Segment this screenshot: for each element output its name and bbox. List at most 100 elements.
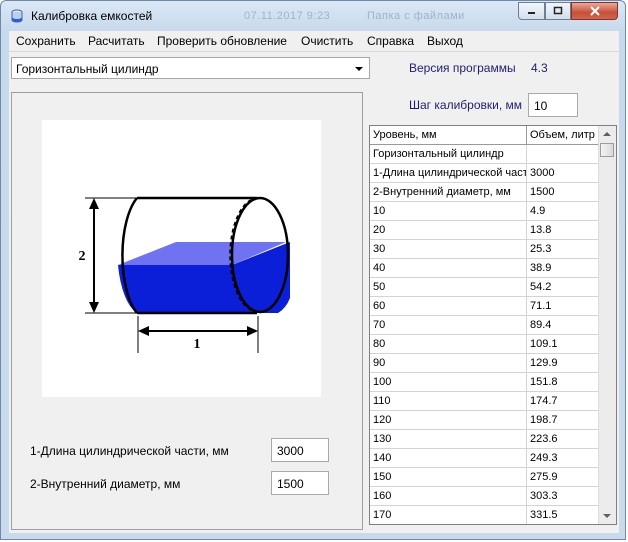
tank-type-select[interactable]: Горизонтальный цилиндр	[11, 57, 370, 79]
volume-cell[interactable]: 3000	[527, 164, 601, 183]
table-row[interactable]: 60 71.1	[370, 297, 601, 316]
level-cell[interactable]: Горизонтальный цилиндр	[370, 145, 527, 164]
diameter-input[interactable]: 1500	[271, 471, 329, 495]
volume-cell[interactable]: 129.9	[527, 354, 601, 373]
scroll-down-icon	[603, 514, 611, 518]
volume-cell[interactable]: 249.3	[527, 449, 601, 468]
window-title: Калибровка емкостей	[31, 9, 153, 23]
close-button[interactable]	[571, 2, 618, 20]
volume-cell[interactable]: 174.7	[527, 392, 601, 411]
level-cell[interactable]: 10	[370, 202, 527, 221]
level-cell[interactable]: 80	[370, 335, 527, 354]
menu-bar: Сохранить Расчитать Проверить обновление…	[9, 31, 619, 52]
level-cell[interactable]: 140	[370, 449, 527, 468]
table-row[interactable]: 30 25.3	[370, 240, 601, 259]
volume-cell[interactable]: 13.8	[527, 221, 601, 240]
level-cell[interactable]: 20	[370, 221, 527, 240]
level-cell[interactable]: 50	[370, 278, 527, 297]
table-row[interactable]: 40 38.9	[370, 259, 601, 278]
table-row[interactable]: 110 174.7	[370, 392, 601, 411]
table-row[interactable]: 130 223.6	[370, 430, 601, 449]
scroll-down-button[interactable]	[599, 508, 615, 524]
level-cell[interactable]: 150	[370, 468, 527, 487]
menu-check-update[interactable]: Проверить обновление	[157, 34, 287, 48]
level-cell[interactable]: 130	[370, 430, 527, 449]
table-row[interactable]: 10 4.9	[370, 202, 601, 221]
app-window: Калибровка емкостей 07.11.2017 9:23 Папк…	[0, 0, 626, 540]
title-bar[interactable]: Калибровка емкостей 07.11.2017 9:23 Папк…	[1, 1, 625, 31]
volume-cell[interactable]: 198.7	[527, 411, 601, 430]
maximize-button[interactable]	[545, 2, 571, 20]
step-input[interactable]: 10	[528, 93, 578, 117]
calibration-table[interactable]: Уровень, мм Объем, литр Горизонтальный ц…	[369, 125, 617, 525]
app-icon	[11, 9, 23, 23]
table-row[interactable]: 100 151.8	[370, 373, 601, 392]
volume-cell[interactable]: 151.8	[527, 373, 601, 392]
level-cell[interactable]: 90	[370, 354, 527, 373]
level-cell[interactable]: 1-Длина цилиндрической части, мм	[370, 164, 527, 183]
tank-diagram: 2 1	[42, 120, 321, 397]
table-scrollbar[interactable]	[598, 126, 616, 524]
table-row[interactable]: 140 249.3	[370, 449, 601, 468]
client-area: Горизонтальный цилиндр Версия программы …	[9, 52, 619, 533]
scroll-up-button[interactable]	[599, 126, 615, 142]
table-row[interactable]: 2-Внутренний диаметр, мм 1500	[370, 183, 601, 202]
volume-cell[interactable]: 109.1	[527, 335, 601, 354]
dropdown-arrow-icon[interactable]	[355, 67, 363, 71]
volume-cell[interactable]	[527, 145, 601, 164]
table-row[interactable]: 70 89.4	[370, 316, 601, 335]
volume-cell[interactable]: 331.5	[527, 506, 601, 524]
version-label: Версия программы	[409, 61, 516, 75]
table-row[interactable]: Горизонтальный цилиндр	[370, 145, 601, 164]
table-row[interactable]: 120 198.7	[370, 411, 601, 430]
step-label: Шаг калибровки, мм	[409, 98, 522, 112]
volume-cell[interactable]: 275.9	[527, 468, 601, 487]
tank-type-value: Горизонтальный цилиндр	[16, 62, 159, 76]
volume-cell[interactable]: 71.1	[527, 297, 601, 316]
length-input[interactable]: 3000	[271, 438, 329, 462]
minimize-button[interactable]	[518, 2, 545, 20]
volume-cell[interactable]: 89.4	[527, 316, 601, 335]
volume-cell[interactable]: 223.6	[527, 430, 601, 449]
menu-calculate[interactable]: Расчитать	[88, 34, 145, 48]
background-date-text: 07.11.2017 9:23	[244, 10, 331, 22]
minimize-icon	[527, 12, 535, 14]
scroll-thumb[interactable]	[600, 143, 614, 157]
table-row[interactable]: 90 129.9	[370, 354, 601, 373]
length-param-label: 1-Длина цилиндрической части, мм	[30, 444, 229, 458]
menu-clear[interactable]: Очистить	[301, 34, 353, 48]
diameter-param-label: 2-Внутренний диаметр, мм	[30, 477, 181, 491]
table-row[interactable]: 20 13.8	[370, 221, 601, 240]
table-row[interactable]: 50 54.2	[370, 278, 601, 297]
table-row[interactable]: 150 275.9	[370, 468, 601, 487]
volume-cell[interactable]: 54.2	[527, 278, 601, 297]
cylinder-drawing: 2 1	[79, 196, 290, 353]
table-row[interactable]: 1-Длина цилиндрической части, мм3000	[370, 164, 601, 183]
level-cell[interactable]: 40	[370, 259, 527, 278]
menu-exit[interactable]: Выход	[427, 34, 463, 48]
level-cell[interactable]: 30	[370, 240, 527, 259]
level-cell[interactable]: 110	[370, 392, 527, 411]
level-cell[interactable]: 100	[370, 373, 527, 392]
volume-cell[interactable]: 1500	[527, 183, 601, 202]
diameter-label: 2	[79, 249, 86, 264]
scroll-up-icon	[603, 132, 611, 136]
volume-cell[interactable]: 38.9	[527, 259, 601, 278]
volume-cell[interactable]: 25.3	[527, 240, 601, 259]
table-row[interactable]: 170 331.5	[370, 506, 601, 524]
menu-save[interactable]: Сохранить	[16, 34, 76, 48]
level-cell[interactable]: 70	[370, 316, 527, 335]
column-header-level[interactable]: Уровень, мм	[370, 126, 527, 145]
level-cell[interactable]: 160	[370, 487, 527, 506]
level-cell[interactable]: 170	[370, 506, 527, 524]
volume-cell[interactable]: 4.9	[527, 202, 601, 221]
menu-help[interactable]: Справка	[367, 34, 414, 48]
table-row[interactable]: 160 303.3	[370, 487, 601, 506]
background-folder-text: Папка с файлами	[367, 10, 465, 22]
level-cell[interactable]: 2-Внутренний диаметр, мм	[370, 183, 527, 202]
volume-cell[interactable]: 303.3	[527, 487, 601, 506]
level-cell[interactable]: 120	[370, 411, 527, 430]
column-header-volume[interactable]: Объем, литр	[527, 126, 601, 145]
level-cell[interactable]: 60	[370, 297, 527, 316]
table-row[interactable]: 80 109.1	[370, 335, 601, 354]
